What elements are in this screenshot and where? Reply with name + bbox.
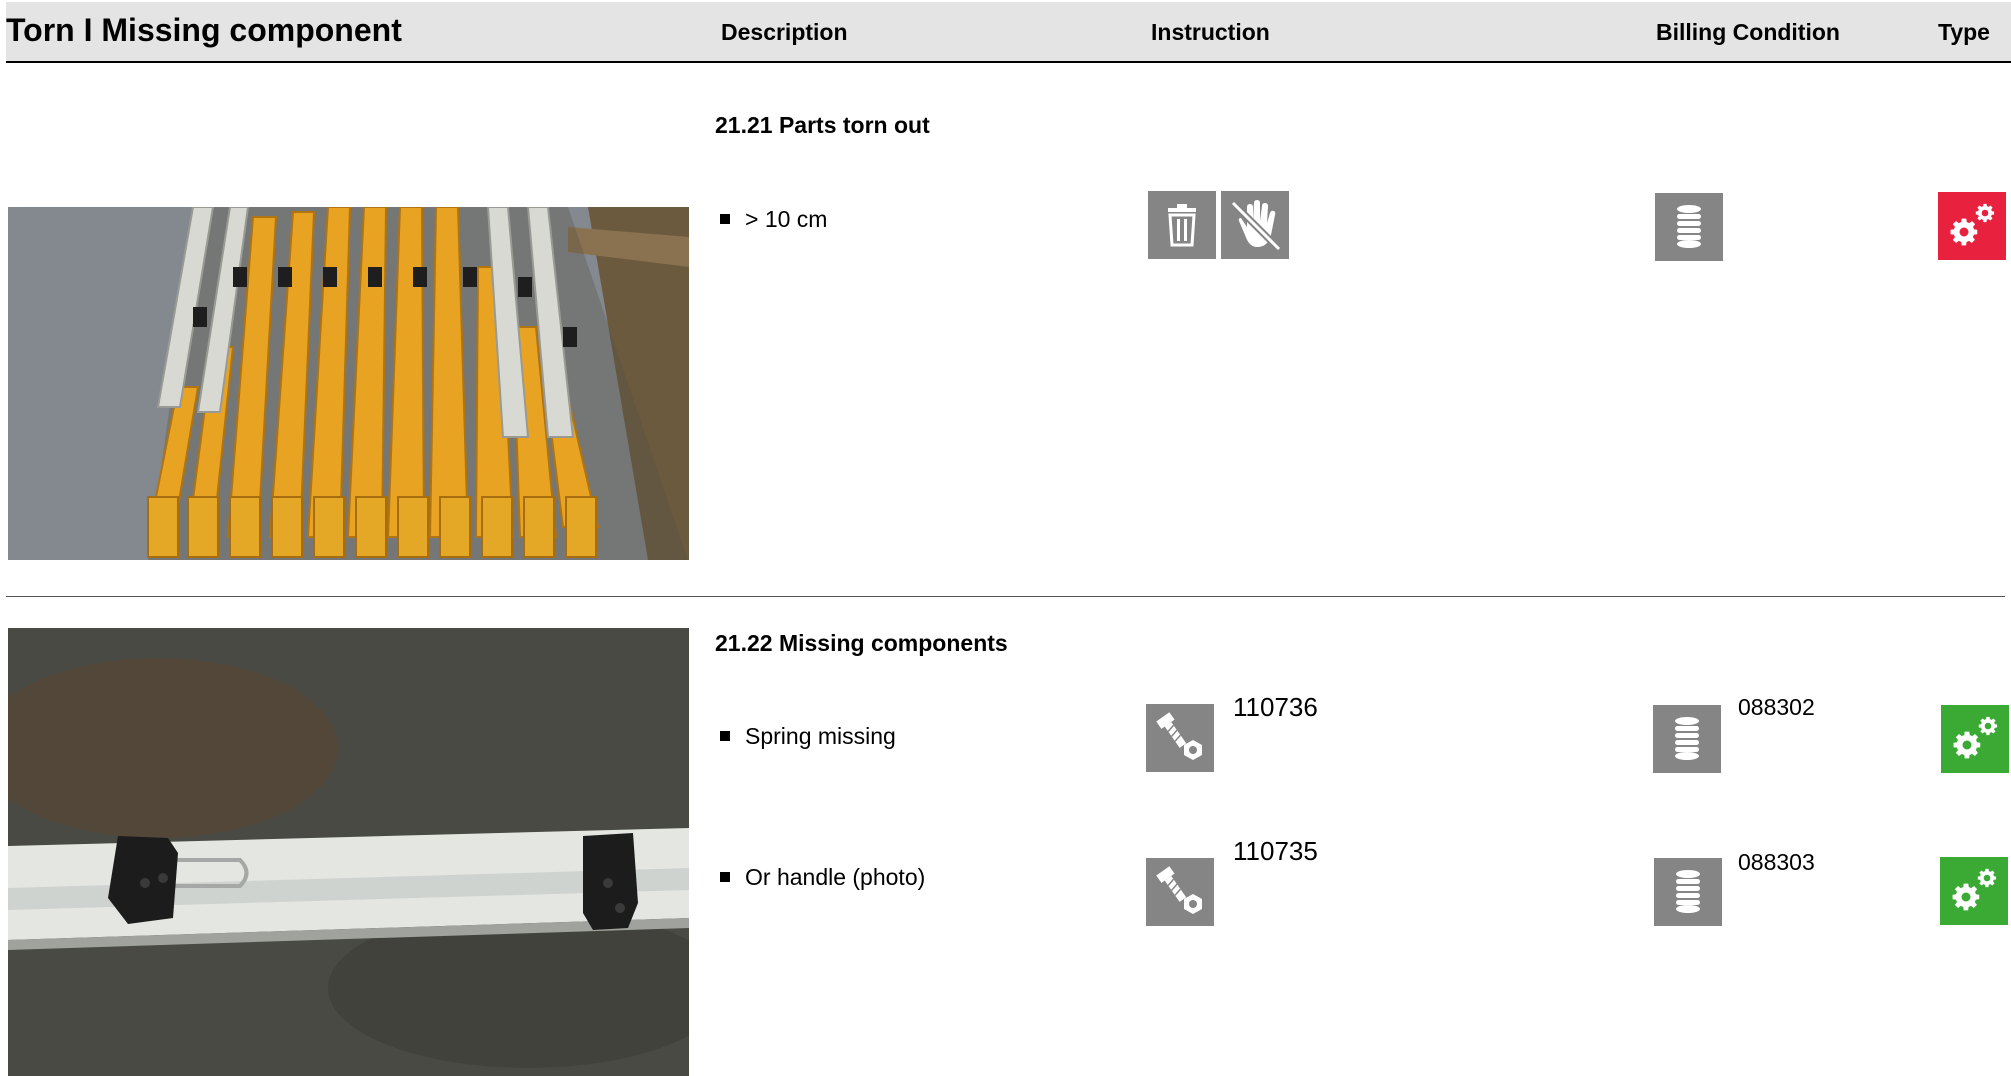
- bolt-nut-icon: [1146, 858, 1214, 926]
- section-photo-parts-torn-out: [8, 207, 689, 560]
- stack-icon: [1653, 705, 1721, 773]
- list-item-description: > 10 cm: [720, 206, 827, 233]
- column-header-billing-condition: Billing Condition: [1656, 19, 1840, 45]
- instruction-code: 110735: [1233, 836, 1318, 866]
- billing-code: 088302: [1738, 694, 1815, 720]
- gears-icon: [1941, 705, 2009, 773]
- list-item-description: Or handle (photo): [720, 864, 925, 891]
- instruction-code: 110736: [1233, 692, 1318, 722]
- column-header-type: Type: [1938, 19, 1990, 45]
- section-title: 21.21 Parts torn out: [715, 112, 930, 138]
- page-title: Torn I Missing component: [6, 12, 402, 48]
- section-title: 21.22 Missing components: [715, 630, 1008, 656]
- bullet-icon: [720, 730, 730, 741]
- list-item-description: Spring missing: [720, 723, 896, 750]
- stack-icon: [1655, 193, 1723, 261]
- column-header-description: Description: [721, 19, 848, 45]
- stack-icon: [1654, 858, 1722, 926]
- section-photo-missing-components: [8, 628, 689, 1076]
- bullet-icon: [720, 213, 730, 224]
- bolt-nut-icon: [1146, 704, 1214, 772]
- trash-icon: [1148, 191, 1216, 259]
- bullet-icon: [720, 871, 730, 882]
- gears-icon: [1940, 857, 2008, 925]
- section-divider: [6, 596, 2005, 597]
- gears-icon: [1938, 192, 2006, 260]
- table-header: Torn I Missing component Description Ins…: [6, 2, 2011, 63]
- no-touch-hand-icon: [1221, 191, 1289, 259]
- billing-code: 088303: [1738, 849, 1815, 875]
- column-header-instruction: Instruction: [1151, 19, 1270, 45]
